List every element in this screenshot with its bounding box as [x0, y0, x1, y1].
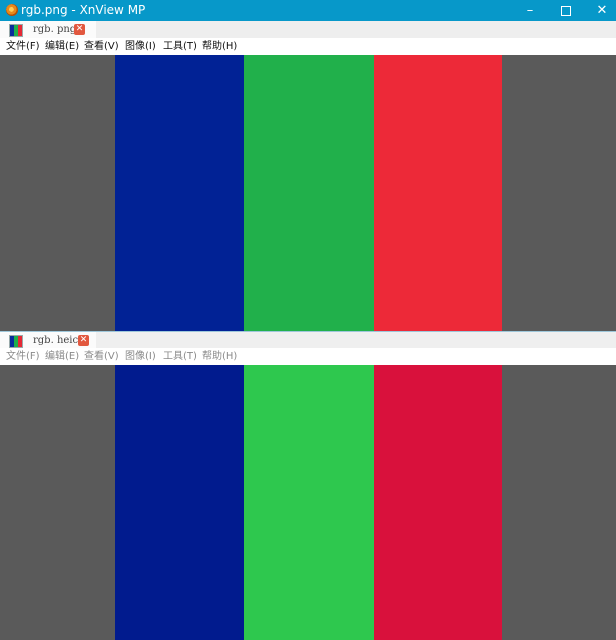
tab-rgb-heic[interactable]: rgb. heic ✕	[0, 332, 96, 349]
menu-tools[interactable]: 工具(T)	[163, 40, 197, 53]
red-stripe	[374, 55, 502, 331]
tab-label: rgb. png	[33, 24, 77, 35]
rgb-image-thumbnail-icon	[9, 335, 23, 348]
menu-view[interactable]: 查看(V)	[84, 350, 119, 363]
menu-image[interactable]: 图像(I)	[125, 40, 156, 53]
minimize-button[interactable]: –	[512, 0, 548, 21]
menu-image[interactable]: 图像(I)	[125, 350, 156, 363]
close-window-button[interactable]: ✕	[584, 0, 616, 21]
xnview-app-icon[interactable]	[6, 4, 18, 16]
tab-strip: rgb. heic ✕	[0, 331, 616, 349]
menu-view[interactable]: 查看(V)	[84, 40, 119, 53]
green-stripe	[244, 55, 374, 331]
maximize-button[interactable]	[548, 0, 584, 21]
blue-stripe	[115, 365, 244, 640]
maximize-icon	[561, 6, 571, 16]
tab-rgb-png[interactable]: rgb. png ✕	[0, 21, 96, 38]
close-tab-icon[interactable]: ✕	[78, 335, 89, 346]
title-bar: rgb.png - XnView MP – ✕	[0, 0, 616, 21]
red-stripe	[374, 365, 502, 640]
menu-help[interactable]: 帮助(H)	[202, 350, 237, 363]
menu-edit[interactable]: 编辑(E)	[45, 40, 79, 53]
blue-stripe	[115, 55, 244, 331]
image-viewer[interactable]	[0, 365, 616, 640]
menu-bar: 文件(F) 编辑(E) 查看(V) 图像(I) 工具(T) 帮助(H)	[0, 348, 616, 366]
menu-help[interactable]: 帮助(H)	[202, 40, 237, 53]
window-title: rgb.png - XnView MP	[21, 3, 146, 17]
menu-file[interactable]: 文件(F)	[6, 350, 40, 363]
tab-strip: rgb. png ✕	[0, 21, 616, 38]
close-tab-icon[interactable]: ✕	[74, 24, 85, 35]
menu-edit[interactable]: 编辑(E)	[45, 350, 79, 363]
menu-bar: 文件(F) 编辑(E) 查看(V) 图像(I) 工具(T) 帮助(H)	[0, 38, 616, 55]
menu-tools[interactable]: 工具(T)	[163, 350, 197, 363]
rgb-image-thumbnail-icon	[9, 24, 23, 37]
green-stripe	[244, 365, 374, 640]
tab-label: rgb. heic	[33, 335, 79, 346]
menu-file[interactable]: 文件(F)	[6, 40, 40, 53]
image-viewer[interactable]	[0, 55, 616, 331]
